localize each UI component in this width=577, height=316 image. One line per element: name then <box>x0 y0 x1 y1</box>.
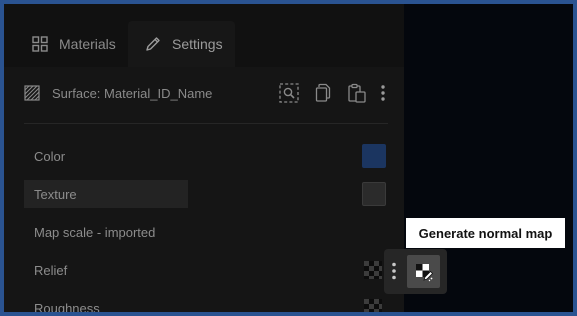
search-frame-icon <box>279 83 299 103</box>
material-settings-panel: Materials Settings Surface: Material_ID_… <box>4 4 404 312</box>
tab-materials[interactable]: Materials <box>32 21 116 67</box>
generate-normal-map-icon <box>415 263 433 281</box>
generate-normal-map-button[interactable] <box>407 255 440 288</box>
property-label: Relief <box>34 262 68 278</box>
divider <box>24 123 388 124</box>
paste-button[interactable] <box>346 82 368 104</box>
relief-actions-popover <box>384 249 447 294</box>
property-color[interactable]: Color <box>24 142 348 170</box>
pencil-icon <box>146 37 160 51</box>
copy-button[interactable] <box>312 82 334 104</box>
roughness-map-thumbnail[interactable] <box>364 299 382 312</box>
surface-header: Surface: Material_ID_Name <box>24 78 394 108</box>
surface-toolbar <box>266 78 388 108</box>
color-swatch[interactable] <box>362 144 386 168</box>
property-label: Texture <box>34 186 77 202</box>
select-by-material-button[interactable] <box>278 82 300 104</box>
surface-label: Surface: Material_ID_Name <box>52 85 213 101</box>
more-vertical-icon <box>392 262 396 280</box>
property-relief[interactable]: Relief <box>24 256 348 284</box>
property-texture[interactable]: Texture <box>24 180 188 208</box>
property-map-scale[interactable]: Map scale - imported <box>24 218 348 246</box>
grid-icon <box>32 36 48 52</box>
relief-map-thumbnail[interactable] <box>364 261 382 279</box>
property-roughness[interactable]: Roughness <box>24 294 348 313</box>
copy-icon <box>315 83 331 102</box>
paste-icon <box>348 83 366 103</box>
tab-settings[interactable]: Settings <box>128 21 235 67</box>
tab-materials-label: Materials <box>59 36 116 52</box>
tooltip: Generate normal map <box>406 218 565 248</box>
texture-swatch[interactable] <box>362 182 386 206</box>
tab-settings-label: Settings <box>172 36 223 52</box>
tab-bar: Materials Settings <box>4 4 404 67</box>
property-label: Map scale - imported <box>34 224 156 240</box>
property-label: Color <box>34 148 66 164</box>
more-vertical-icon <box>381 85 385 101</box>
tooltip-text: Generate normal map <box>418 225 553 241</box>
surface-more-button[interactable] <box>378 82 388 104</box>
relief-more-button[interactable] <box>392 262 396 285</box>
hatch-icon <box>24 85 40 101</box>
property-label: Roughness <box>34 300 100 313</box>
